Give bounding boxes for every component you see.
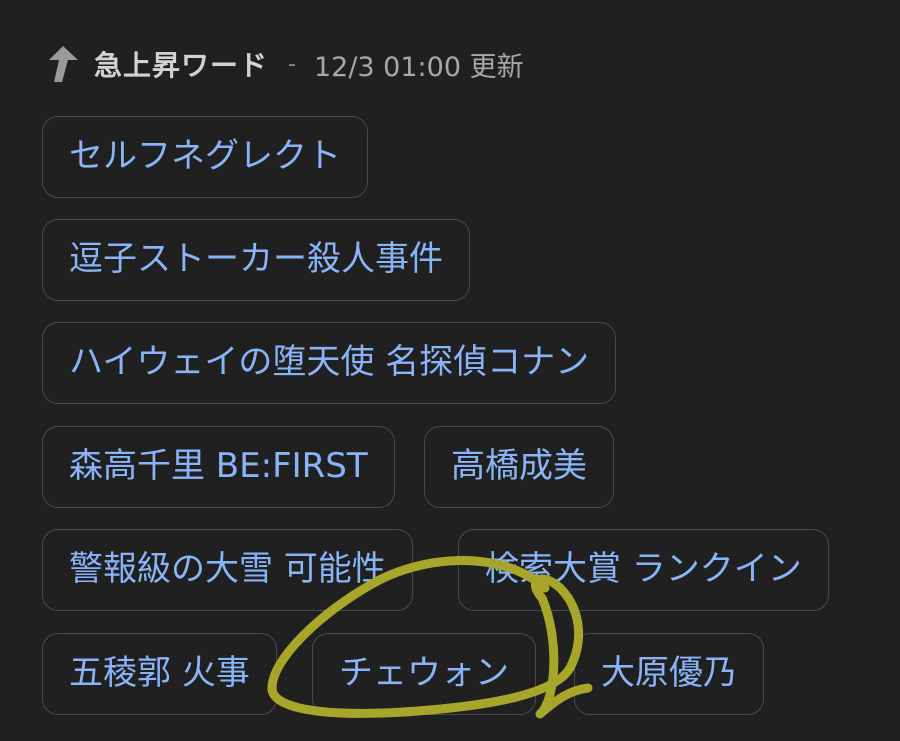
section-title: 急上昇ワード	[94, 49, 269, 82]
header-separator: -	[288, 51, 296, 77]
keyword-chip[interactable]: ハイウェイの堕天使 名探偵コナン	[42, 322, 617, 404]
updated-timestamp: 12/3 01:00 更新	[313, 51, 524, 83]
keyword-chip[interactable]: 森高千里 BE:FIRST	[42, 426, 395, 508]
keyword-chip[interactable]: 逗子ストーカー殺人事件	[42, 219, 470, 301]
keyword-chip[interactable]: チェウォン	[312, 633, 536, 715]
keyword-chip[interactable]: 高橋成美	[424, 426, 614, 508]
trending-up-arrow-icon	[46, 44, 80, 84]
keyword-chip[interactable]: 大原優乃	[574, 633, 764, 715]
keyword-chip[interactable]: 警報級の大雪 可能性	[42, 529, 413, 611]
keyword-chip[interactable]: 検索大賞 ランクイン	[458, 529, 829, 611]
keyword-chip[interactable]: セルフネグレクト	[42, 116, 368, 198]
keyword-chip[interactable]: 五稜郭 火事	[42, 633, 277, 715]
trending-header: 急上昇ワード - 12/3 01:00 更新	[46, 40, 524, 88]
